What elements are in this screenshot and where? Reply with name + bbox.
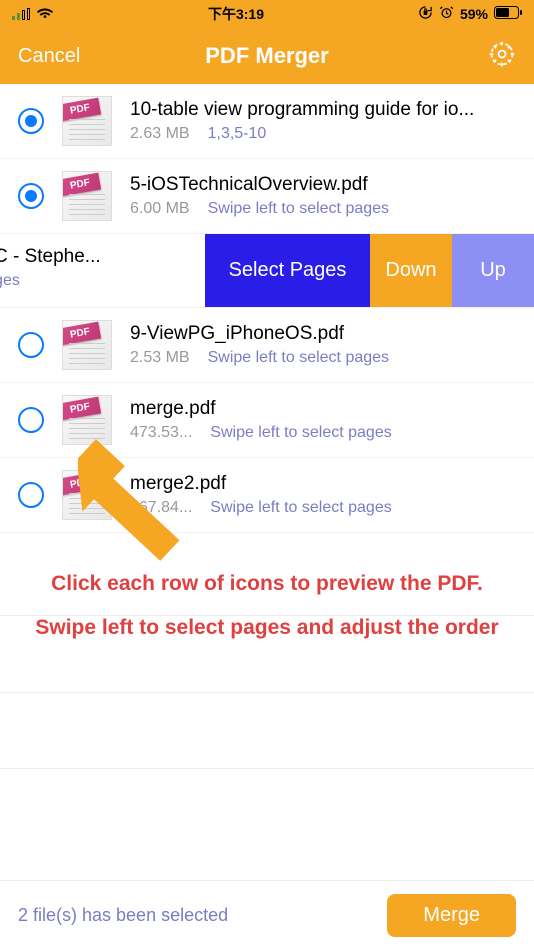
pdf-thumb-icon[interactable]: [62, 171, 112, 221]
file-row[interactable]: 10-table view programming guide for io..…: [0, 84, 534, 159]
radio-unselected[interactable]: [18, 332, 44, 358]
battery-icon: [494, 6, 522, 22]
file-name: 9-ViewPG_iPhoneOS.pdf: [130, 323, 516, 345]
file-pages[interactable]: 1,3,5-10: [208, 125, 267, 143]
file-name: ective-C - Stephe...: [0, 246, 143, 268]
file-name: merge2.pdf: [130, 473, 516, 495]
status-bar: 下午3:19 59%: [0, 0, 534, 28]
file-pages[interactable]: Swipe left to select pages: [208, 200, 389, 218]
select-pages-button[interactable]: Select Pages: [205, 234, 370, 307]
radio-selected[interactable]: [18, 183, 44, 209]
page-title: PDF Merger: [205, 43, 328, 69]
pdf-thumb-icon[interactable]: [62, 320, 112, 370]
file-size: 2.53 MB: [130, 349, 190, 367]
file-pages[interactable]: Swipe left to select pages: [210, 499, 391, 517]
alarm-icon: [439, 5, 454, 23]
file-size: 2.63 MB: [130, 125, 190, 143]
move-up-button[interactable]: Up: [452, 234, 534, 307]
pdf-thumb-icon[interactable]: [62, 96, 112, 146]
divider: [0, 692, 534, 693]
divider: [0, 768, 534, 769]
file-size: 6.00 MB: [130, 200, 190, 218]
signal-icon: [12, 8, 30, 20]
selected-count: 2 file(s) has been selected: [18, 905, 228, 926]
bottom-bar: 2 file(s) has been selected Merge: [0, 880, 534, 950]
file-row-swiped[interactable]: ective-C - Stephe... elect pages Select …: [0, 234, 534, 308]
orientation-lock-icon: [418, 5, 433, 23]
merge-button[interactable]: Merge: [387, 894, 516, 937]
radio-unselected[interactable]: [18, 482, 44, 508]
help-line-2: Swipe left to select pages and adjust th…: [30, 614, 504, 642]
file-name: 10-table view programming guide for io..…: [130, 99, 516, 121]
file-size: 267.84...: [130, 499, 192, 517]
file-size: 473.53...: [130, 424, 192, 442]
pdf-thumb-icon[interactable]: [62, 470, 112, 520]
help-line-1: Click each row of icons to preview the P…: [30, 570, 504, 598]
pdf-thumb-icon[interactable]: [62, 395, 112, 445]
file-row[interactable]: 5-iOSTechnicalOverview.pdf 6.00 MB Swipe…: [0, 159, 534, 234]
file-row[interactable]: merge.pdf 473.53... Swipe left to select…: [0, 383, 534, 458]
battery-percent: 59%: [460, 6, 488, 22]
radio-unselected[interactable]: [18, 407, 44, 433]
move-down-button[interactable]: Down: [370, 234, 452, 307]
file-pages[interactable]: Swipe left to select pages: [208, 349, 389, 367]
nav-bar: Cancel PDF Merger: [0, 28, 534, 84]
file-pages: elect pages: [0, 272, 20, 290]
file-row[interactable]: 9-ViewPG_iPhoneOS.pdf 2.53 MB Swipe left…: [0, 308, 534, 383]
gear-icon[interactable]: [488, 40, 516, 73]
file-row[interactable]: merge2.pdf 267.84... Swipe left to selec…: [0, 458, 534, 533]
file-pages[interactable]: Swipe left to select pages: [210, 424, 391, 442]
file-name: 5-iOSTechnicalOverview.pdf: [130, 174, 516, 196]
file-name: merge.pdf: [130, 398, 516, 420]
status-time: 下午3:19: [208, 4, 264, 24]
cancel-button[interactable]: Cancel: [18, 45, 80, 68]
radio-selected[interactable]: [18, 108, 44, 134]
wifi-icon: [36, 6, 54, 23]
help-text: Click each row of icons to preview the P…: [0, 570, 534, 643]
